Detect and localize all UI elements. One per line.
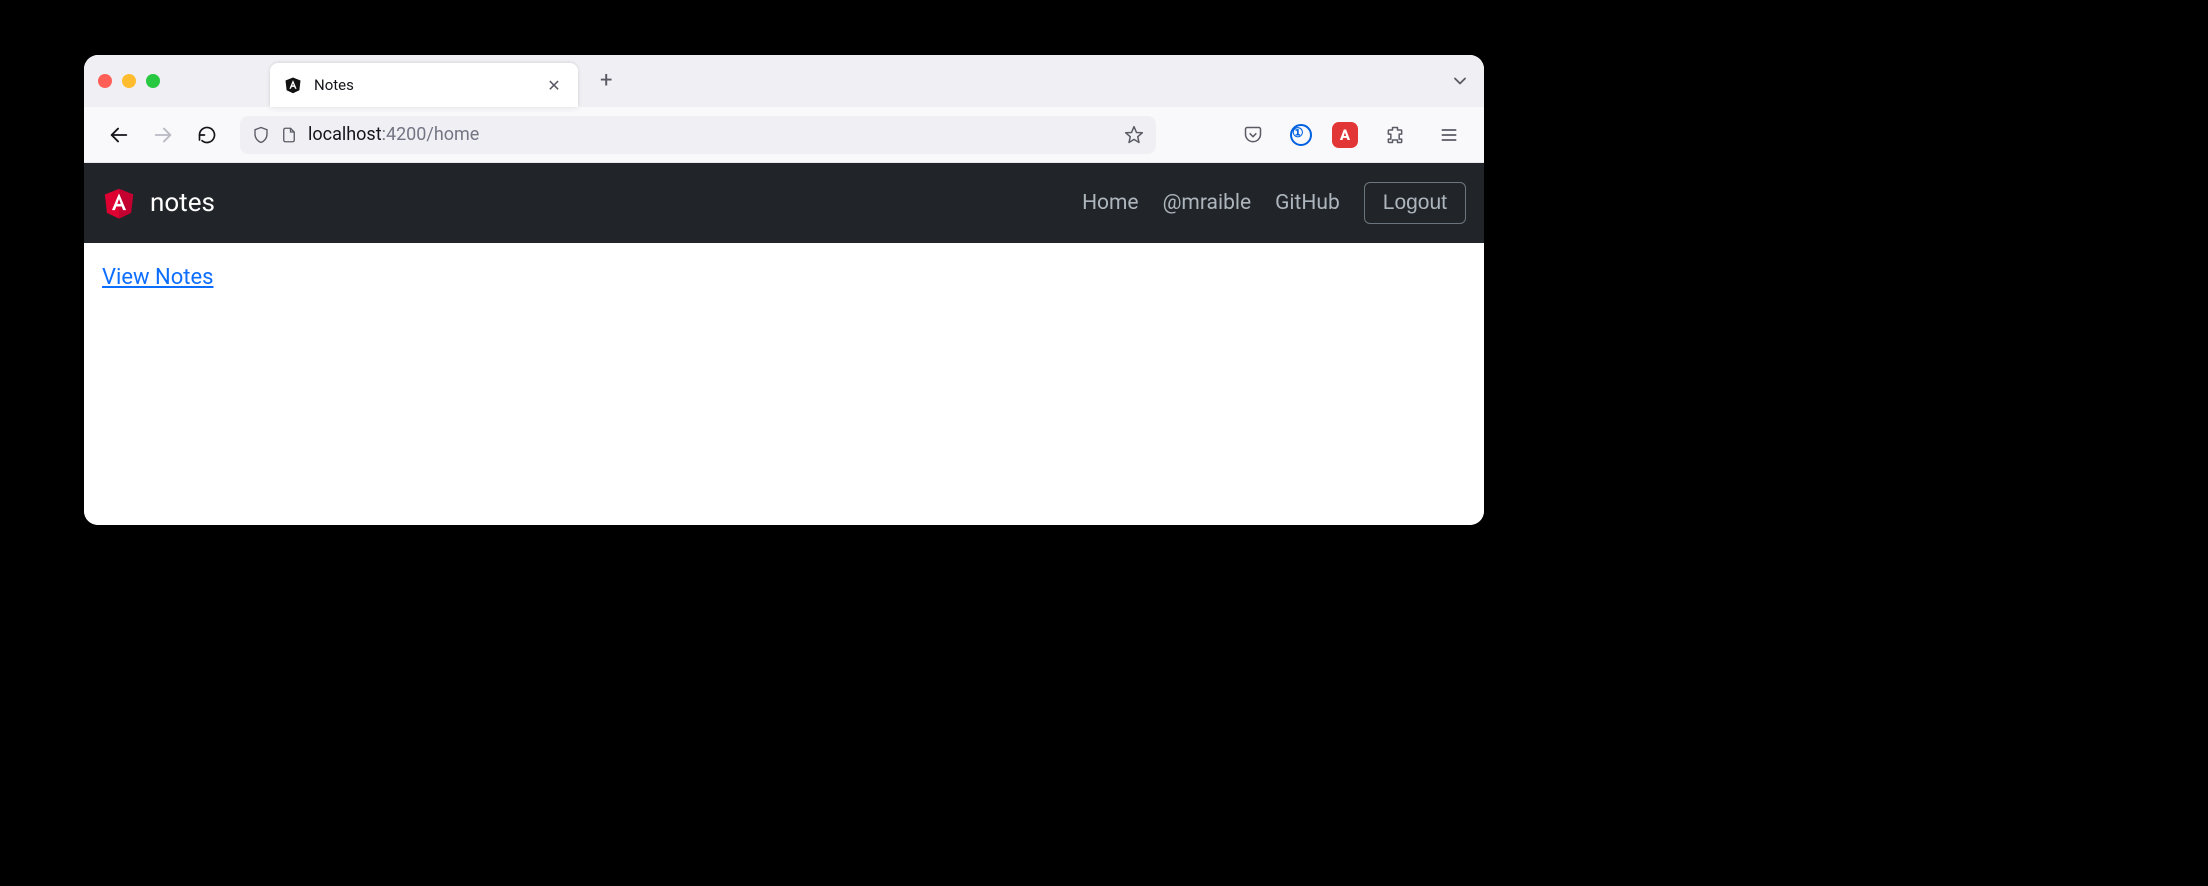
angular-extension-icon[interactable]: A [1332,122,1358,148]
page-viewport: notes Home @mraible GitHub Logout View N… [84,163,1484,525]
app-navbar: notes Home @mraible GitHub Logout [84,163,1484,243]
nav-link-github[interactable]: GitHub [1275,191,1340,215]
view-notes-link[interactable]: View Notes [102,265,213,290]
tab-strip: Notes ✕ + [84,55,1484,107]
nav-link-profile[interactable]: @mraible [1163,191,1252,215]
forward-button[interactable] [146,118,180,152]
extensions-icon[interactable] [1378,118,1412,152]
url-path: :4200/home [382,124,480,145]
chevron-down-icon[interactable] [1450,71,1470,91]
nav-link-home[interactable]: Home [1082,191,1139,215]
close-icon[interactable]: ✕ [544,76,564,95]
back-button[interactable] [102,118,136,152]
angular-shield-icon [284,76,302,94]
shield-icon[interactable] [252,126,270,144]
onepassword-icon[interactable]: ① [1290,124,1312,146]
browser-tab[interactable]: Notes ✕ [270,63,578,107]
toolbar-right: ① A [1236,118,1466,152]
page-icon [280,126,298,144]
browser-toolbar: localhost:4200/home ① A [84,107,1484,163]
address-bar[interactable]: localhost:4200/home [240,116,1156,154]
window-maximize-button[interactable] [146,74,160,88]
bookmark-star-icon[interactable] [1124,125,1144,145]
window-close-button[interactable] [98,74,112,88]
page-body: View Notes [84,243,1484,312]
hamburger-menu-icon[interactable] [1432,118,1466,152]
angular-logo-icon [102,186,136,220]
url-host: localhost [308,124,382,145]
brand-text: notes [150,188,215,218]
window-controls [98,74,160,88]
url-text: localhost:4200/home [308,124,1114,145]
nav-links: Home @mraible GitHub Logout [1082,182,1466,224]
pocket-icon[interactable] [1236,118,1270,152]
browser-window: Notes ✕ + localhost:4200 [84,55,1484,525]
tab-title: Notes [314,76,532,94]
reload-button[interactable] [190,118,224,152]
window-minimize-button[interactable] [122,74,136,88]
logout-button[interactable]: Logout [1364,182,1466,224]
new-tab-button[interactable]: + [600,70,612,92]
brand[interactable]: notes [102,186,215,220]
